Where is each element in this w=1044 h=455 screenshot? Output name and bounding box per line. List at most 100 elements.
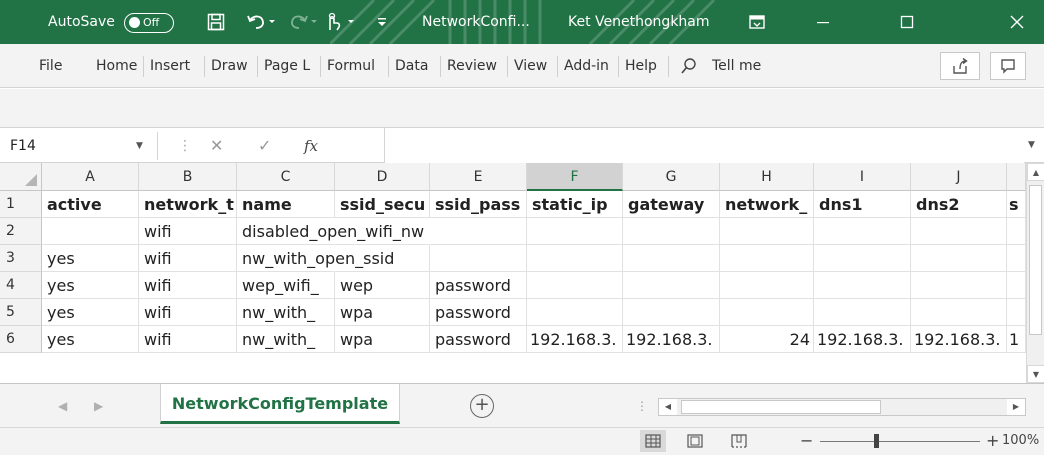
cell-b1[interactable]: network_t: [139, 191, 237, 218]
cell-j4[interactable]: [911, 272, 1007, 299]
cell-f4[interactable]: [527, 272, 623, 299]
cell-g6[interactable]: 192.168.3.: [623, 326, 720, 353]
page-break-view-icon[interactable]: [726, 430, 752, 452]
cell-k2[interactable]: [1007, 218, 1026, 245]
cell-a2[interactable]: [42, 218, 139, 245]
maximize-icon[interactable]: [884, 0, 930, 44]
select-all-corner[interactable]: [0, 163, 42, 191]
cell-c4[interactable]: wep_wifi_: [237, 272, 335, 299]
cell-g1[interactable]: gateway: [623, 191, 720, 218]
tab-view[interactable]: View: [514, 44, 547, 88]
cell-j6[interactable]: 192.168.3.: [911, 326, 1007, 353]
previous-sheet-icon[interactable]: ◀: [58, 384, 67, 428]
cell-k1[interactable]: s: [1007, 191, 1026, 218]
comments-button[interactable]: [990, 52, 1026, 80]
cell-k3[interactable]: [1007, 245, 1026, 272]
lightbulb-search-icon[interactable]: [680, 44, 704, 88]
row-header-5[interactable]: 5: [0, 299, 42, 326]
tab-insert[interactable]: Insert: [150, 44, 190, 88]
add-sheet-icon[interactable]: +: [470, 394, 494, 418]
column-header-a[interactable]: A: [42, 163, 139, 191]
cell-f3[interactable]: [527, 245, 623, 272]
cell-d4[interactable]: wep: [335, 272, 430, 299]
cell-e2[interactable]: [430, 218, 527, 245]
cell-h2[interactable]: [720, 218, 814, 245]
column-header-e[interactable]: E: [430, 163, 527, 191]
column-header-b[interactable]: B: [139, 163, 237, 191]
tab-formulas[interactable]: Formul: [327, 44, 385, 88]
column-header-i[interactable]: I: [814, 163, 911, 191]
row-header-1[interactable]: 1: [0, 191, 42, 218]
column-header-h[interactable]: H: [720, 163, 814, 191]
column-header-g[interactable]: G: [623, 163, 720, 191]
cell-i2[interactable]: [814, 218, 911, 245]
cell-c1[interactable]: name: [237, 191, 335, 218]
zoom-slider[interactable]: [820, 441, 980, 442]
cell-g2[interactable]: [623, 218, 720, 245]
scroll-down-icon[interactable]: ▼: [1027, 365, 1044, 383]
undo-icon[interactable]: [244, 0, 278, 44]
cell-e4[interactable]: password: [430, 272, 527, 299]
cell-f5[interactable]: [527, 299, 623, 326]
column-header-j[interactable]: J: [911, 163, 1007, 191]
cell-h3[interactable]: [720, 245, 814, 272]
tab-review[interactable]: Review: [447, 44, 497, 88]
expand-formula-bar-icon[interactable]: ▼: [1028, 128, 1035, 163]
row-header-4[interactable]: 4: [0, 272, 42, 299]
cell-i1[interactable]: dns1: [814, 191, 911, 218]
autosave-toggle[interactable]: Off: [124, 13, 174, 33]
tab-splitter-icon[interactable]: ⋮: [636, 396, 648, 416]
column-header-d[interactable]: D: [335, 163, 430, 191]
zoom-slider-thumb[interactable]: [874, 434, 879, 448]
touch-mode-icon[interactable]: [322, 0, 360, 44]
name-box[interactable]: F14 ▼: [0, 132, 158, 160]
tab-help[interactable]: Help: [625, 44, 657, 88]
cell-c2[interactable]: disabled_open_wifi_nw: [237, 218, 424, 245]
scroll-left-icon[interactable]: ◀: [659, 399, 677, 415]
cell-e1[interactable]: ssid_pass: [430, 191, 527, 218]
cell-i4[interactable]: [814, 272, 911, 299]
zoom-level[interactable]: 100%: [1002, 428, 1039, 454]
save-icon[interactable]: [204, 0, 228, 44]
horizontal-scroll-thumb[interactable]: [681, 400, 881, 414]
cell-j3[interactable]: [911, 245, 1007, 272]
formula-input[interactable]: [384, 128, 1024, 163]
tab-data[interactable]: Data: [395, 44, 428, 88]
zoom-out-icon[interactable]: −: [800, 428, 813, 454]
share-button[interactable]: [940, 52, 980, 80]
cell-e3[interactable]: [430, 245, 527, 272]
cancel-icon[interactable]: ✕: [210, 132, 223, 160]
cell-f2[interactable]: [527, 218, 623, 245]
tab-page-layout[interactable]: Page L: [264, 44, 316, 88]
horizontal-scrollbar[interactable]: ◀ ▶: [658, 398, 1026, 416]
cell-a4[interactable]: yes: [42, 272, 139, 299]
column-header-c[interactable]: C: [237, 163, 335, 191]
cell-h5[interactable]: [720, 299, 814, 326]
tab-draw[interactable]: Draw: [211, 44, 248, 88]
cell-d6[interactable]: wpa: [335, 326, 430, 353]
row-header-6[interactable]: 6: [0, 326, 42, 353]
customize-toolbar-icon[interactable]: [372, 0, 392, 44]
cell-j5[interactable]: [911, 299, 1007, 326]
tab-home[interactable]: Home: [96, 44, 137, 88]
cell-b2[interactable]: wifi: [139, 218, 237, 245]
cell-a3[interactable]: yes: [42, 245, 139, 272]
vertical-scroll-thumb[interactable]: [1029, 185, 1042, 335]
cell-b5[interactable]: wifi: [139, 299, 237, 326]
chevron-down-icon[interactable]: ▼: [136, 132, 143, 160]
scroll-up-icon[interactable]: ▲: [1027, 163, 1044, 181]
cell-j1[interactable]: dns2: [911, 191, 1007, 218]
cell-e6[interactable]: password: [430, 326, 527, 353]
cell-g4[interactable]: [623, 272, 720, 299]
cell-c3[interactable]: nw_with_open_ssid: [237, 245, 394, 272]
column-header-f[interactable]: F: [527, 163, 623, 191]
close-icon[interactable]: [994, 0, 1040, 44]
row-header-3[interactable]: 3: [0, 245, 42, 272]
cell-a5[interactable]: yes: [42, 299, 139, 326]
cell-d1[interactable]: ssid_secu: [335, 191, 430, 218]
cell-k5[interactable]: [1007, 299, 1026, 326]
column-header-k[interactable]: [1007, 163, 1026, 191]
cell-i5[interactable]: [814, 299, 911, 326]
cell-i6[interactable]: 192.168.3.: [814, 326, 911, 353]
cell-a1[interactable]: active: [42, 191, 139, 218]
